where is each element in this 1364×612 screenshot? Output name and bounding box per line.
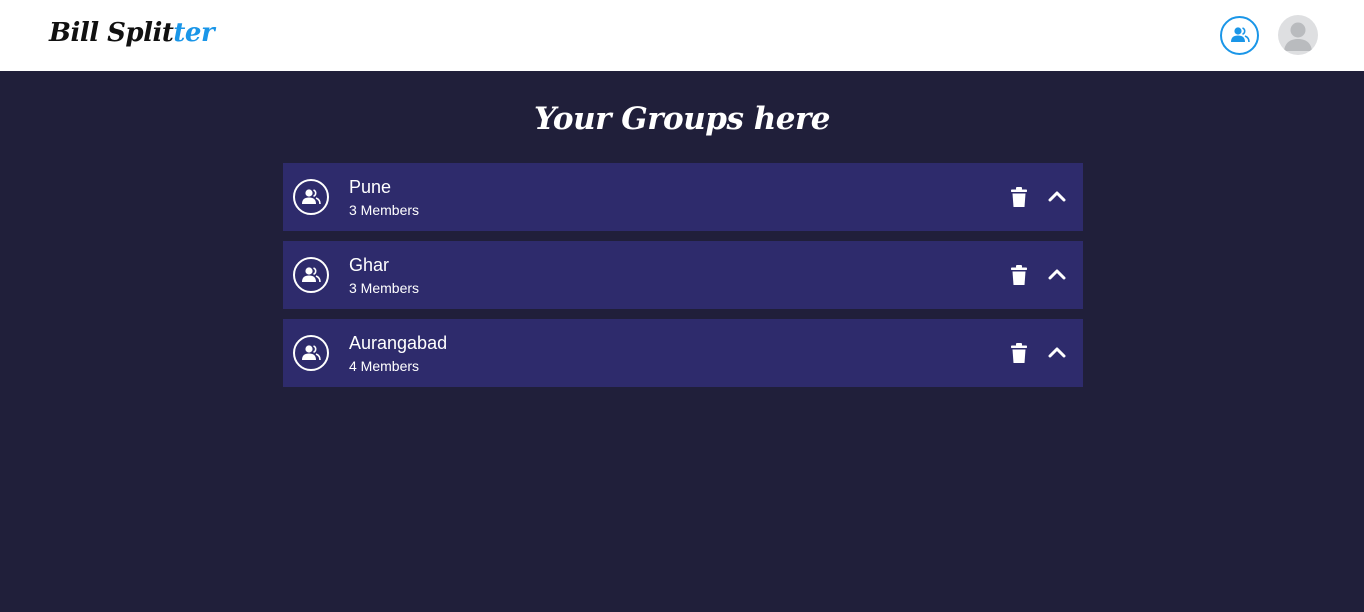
group-people-icon	[293, 335, 329, 371]
delete-group-button[interactable]	[1009, 264, 1029, 286]
group-people-icon	[293, 179, 329, 215]
navbar: Bill Splitter	[0, 0, 1364, 71]
expand-group-button[interactable]	[1045, 264, 1069, 284]
group-card[interactable]: Aurangabad 4 Members	[283, 319, 1083, 387]
group-member-count: 3 Members	[349, 280, 420, 296]
delete-group-button[interactable]	[1009, 186, 1029, 208]
group-card[interactable]: Ghar 3 Members	[283, 241, 1083, 309]
expand-group-button[interactable]	[1045, 342, 1069, 362]
chevron-up-icon	[1048, 191, 1066, 202]
group-card[interactable]: Pune 3 Members	[283, 163, 1083, 231]
group-name: Ghar	[349, 255, 390, 275]
chevron-up-icon	[1048, 347, 1066, 358]
groups-button[interactable]	[1220, 15, 1259, 55]
expand-group-button[interactable]	[1045, 186, 1069, 206]
chevron-up-icon	[1048, 269, 1066, 280]
page-title: Your Groups here	[533, 101, 831, 137]
group-member-count: 4 Members	[349, 358, 420, 374]
user-avatar-icon	[1284, 22, 1312, 51]
trash-icon	[1011, 187, 1027, 207]
trash-icon	[1011, 265, 1027, 285]
group-list: Pune 3 Members Ghar 3 Members Aurangabad…	[283, 163, 1083, 397]
group-name: Aurangabad	[349, 333, 448, 353]
brand-main: Bill Split	[49, 18, 174, 48]
group-member-count: 3 Members	[349, 202, 420, 218]
brand-accent: ter	[173, 18, 215, 48]
trash-icon	[1011, 343, 1027, 363]
group-people-icon	[293, 257, 329, 293]
groups-icon	[1230, 27, 1250, 43]
user-avatar[interactable]	[1278, 15, 1318, 55]
navbar-actions	[1220, 15, 1318, 55]
brand-logo[interactable]: Bill Splitter	[49, 18, 215, 48]
delete-group-button[interactable]	[1009, 342, 1029, 364]
group-name: Pune	[349, 177, 392, 197]
